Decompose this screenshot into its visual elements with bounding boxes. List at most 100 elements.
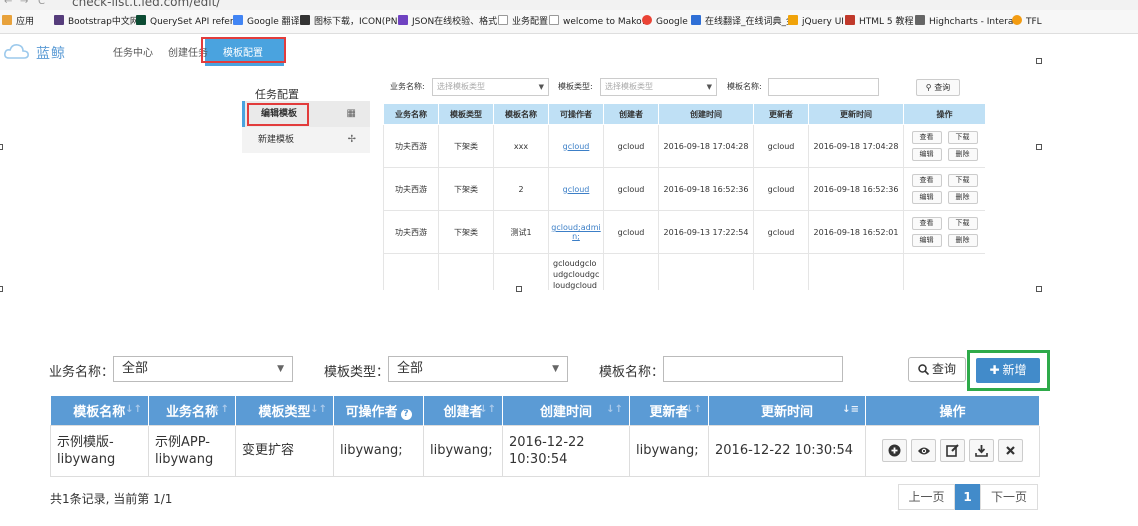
old-view-button[interactable]: 查看: [911, 217, 942, 230]
old-cell-operators[interactable]: gcloud;admin;: [548, 210, 604, 254]
edit-icon: [946, 444, 959, 457]
back-icon[interactable]: ←: [4, 0, 12, 7]
bookmark-label: Google: [656, 17, 688, 27]
old-download-button[interactable]: 下载: [947, 174, 978, 187]
bookmark-item[interactable]: Highcharts - Interac: [915, 15, 1018, 29]
old-view-button[interactable]: 查看: [911, 174, 942, 187]
bookmark-item[interactable]: Google: [642, 15, 688, 29]
old-name-input[interactable]: [768, 78, 879, 96]
bookmark-item[interactable]: jQuery UI: [788, 15, 844, 29]
bookmark-item[interactable]: 应用: [2, 15, 34, 29]
old-edit-button[interactable]: 编辑: [911, 191, 942, 204]
bookmark-item[interactable]: TFL: [1012, 15, 1042, 29]
bookmark-item[interactable]: 业务配置: [498, 15, 548, 29]
template-name-input[interactable]: [663, 356, 843, 382]
old-cell-creator: [603, 253, 659, 290]
old-cell-biz: 功夫西游: [383, 167, 439, 211]
resize-handle[interactable]: [0, 286, 3, 292]
old-cell-name: [493, 253, 549, 290]
old-search-label: 查询: [934, 83, 951, 92]
old-delete-button[interactable]: 删除: [947, 234, 978, 247]
django-icon: [136, 15, 146, 25]
old-view-button[interactable]: 查看: [911, 131, 942, 144]
col-created[interactable]: 创建时间 ↓↑: [502, 396, 630, 425]
col-updated[interactable]: 更新时间 ↓≡: [708, 396, 866, 425]
help-icon[interactable]: ?: [400, 408, 412, 420]
reload-icon[interactable]: C: [38, 0, 45, 7]
template-type-select[interactable]: 全部 ▼: [388, 356, 568, 382]
col-biz-name[interactable]: 业务名称 ↓↑: [148, 396, 236, 425]
bookmark-item[interactable]: welcome to Mako!: [549, 15, 645, 29]
cell-biz-name: 示例APP-libywang: [148, 424, 236, 477]
bookmark-item[interactable]: Google 翻译: [233, 15, 300, 29]
next-page-button[interactable]: 下一页: [980, 484, 1038, 510]
resize-handle[interactable]: [516, 286, 522, 292]
old-edit-button[interactable]: 编辑: [911, 234, 942, 247]
old-col-updated: 更新时间: [808, 103, 904, 125]
bookmark-item[interactable]: 图标下载，ICON(PN: [300, 15, 397, 29]
old-col-type: 模板类型: [438, 103, 494, 125]
col-updater[interactable]: 更新者 ↓↑: [629, 396, 709, 425]
download-button[interactable]: [969, 439, 994, 462]
bookmark-item[interactable]: HTML 5 教程: [845, 15, 914, 29]
old-sidebar-new-template[interactable]: 新建模板 ✢: [242, 127, 370, 153]
col-label: 模板类型: [258, 404, 311, 420]
old-sidebar-title: 任务配置: [255, 88, 299, 101]
nav-task-center[interactable]: 任务中心: [113, 44, 153, 59]
old-cell-type: 下架类: [438, 167, 494, 211]
old-edit-button[interactable]: 编辑: [911, 148, 942, 161]
col-label: 业务名称: [165, 404, 218, 420]
col-creator[interactable]: 创建者 ↓↑: [423, 396, 503, 425]
bookmark-item[interactable]: 在线翻译_在线词典_金: [691, 15, 795, 29]
edit-button[interactable]: [940, 439, 965, 462]
bookmark-label: 在线翻译_在线词典_金: [705, 17, 796, 27]
google-icon: [642, 15, 652, 25]
w3-icon: [845, 15, 855, 25]
old-type-label: 模板类型:: [558, 82, 593, 91]
old-search-button[interactable]: ⚲ 查询: [916, 79, 960, 96]
screenshot-root: ← → C check-list.t.ied.com/edit/ 应用 Boot…: [0, 0, 1138, 526]
old-biz-select[interactable]: 选择模板类型 ▼: [432, 78, 549, 96]
bookmark-label: Highcharts - Interac: [929, 17, 1019, 27]
old-download-button[interactable]: 下载: [947, 217, 978, 230]
delete-button[interactable]: [998, 439, 1023, 462]
old-cell-name: 2: [493, 167, 549, 211]
col-template-name[interactable]: 模板名称 ↓↑: [50, 396, 149, 425]
icon-site-icon: [300, 15, 310, 25]
old-cell-updated: 2016-09-18 16:52:01: [808, 210, 904, 254]
resize-handle[interactable]: [0, 144, 3, 150]
old-cell-operators[interactable]: gcloud: [548, 124, 604, 168]
template-type-value: 全部: [397, 361, 424, 376]
resize-handle[interactable]: [1036, 286, 1042, 292]
old-cell-operators[interactable]: gcloud: [548, 167, 604, 211]
old-cell-updated: [808, 253, 904, 290]
old-download-button[interactable]: 下载: [947, 131, 978, 144]
table-row: 示例模版-libywang 示例APP-libywang 变更扩容 libywa…: [50, 424, 1040, 477]
grid-icon: ▦: [346, 108, 356, 119]
bookmark-item[interactable]: JSON在线校验、格式: [398, 15, 497, 29]
address-bar[interactable]: ← → C check-list.t.ied.com/edit/: [0, 0, 1138, 10]
old-type-select[interactable]: 选择模板类型 ▼: [600, 78, 717, 96]
resize-handle[interactable]: [1036, 144, 1042, 150]
forward-icon[interactable]: →: [20, 0, 28, 7]
bookmark-item[interactable]: Bootstrap中文网: [54, 15, 139, 29]
old-delete-button[interactable]: 删除: [947, 148, 978, 161]
json-icon: [398, 15, 408, 25]
page-number-current[interactable]: 1: [955, 484, 980, 510]
create-task-button[interactable]: [882, 439, 907, 462]
prev-page-button[interactable]: 上一页: [898, 484, 955, 510]
bookmark-label: QuerySet API refere: [150, 17, 239, 27]
add-button[interactable]: ✚ 新增: [976, 358, 1040, 383]
col-template-type[interactable]: 模板类型 ↓↑: [235, 396, 334, 425]
view-button[interactable]: [911, 439, 936, 462]
old-cell-updater: [753, 253, 809, 290]
resize-handle[interactable]: [1036, 58, 1042, 64]
search-button[interactable]: 查询: [908, 357, 966, 382]
old-delete-button[interactable]: 删除: [947, 191, 978, 204]
old-cell-biz: [383, 253, 439, 290]
page-icon: [498, 15, 508, 25]
old-cell-biz: 功夫西游: [383, 124, 439, 168]
bookmark-item[interactable]: QuerySet API refere: [136, 15, 239, 29]
old-cell-updater: gcloud: [753, 167, 809, 211]
biz-name-select[interactable]: 全部 ▼: [113, 356, 293, 382]
